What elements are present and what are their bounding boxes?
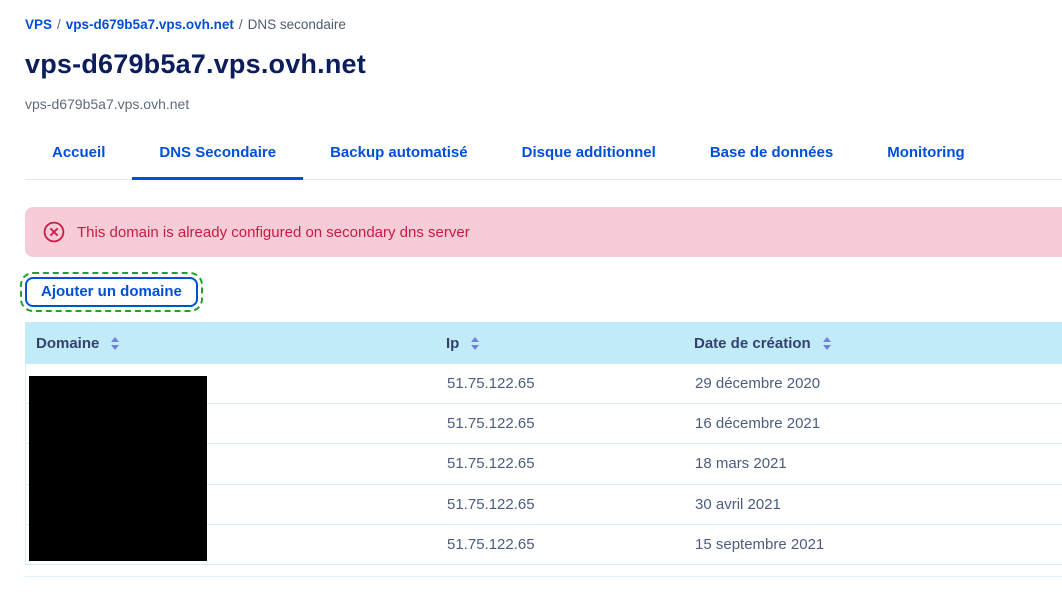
table-footer-divider	[25, 575, 1062, 577]
page-title: vps-d679b5a7.vps.ovh.net	[25, 49, 366, 79]
cell-ip: 51.75.122.65	[447, 415, 535, 433]
column-header-ip[interactable]: Ip	[446, 335, 694, 352]
cell-date: 30 avril 2021	[695, 495, 781, 513]
cell-date: 15 septembre 2021	[695, 535, 825, 553]
breadcrumb: VPS / vps-d679b5a7.vps.ovh.net / DNS seconda…	[0, 0, 1062, 32]
vps-dns-secondary-page: VPS / vps-d679b5a7.vps.ovh.net / DNS seconda…	[0, 0, 1062, 597]
cell-ip: 51.75.122.65	[447, 375, 535, 393]
tab-dns-secondaire[interactable]: DNS Secondaire	[132, 144, 303, 180]
cell-date: 29 décembre 2020	[695, 375, 821, 393]
breadcrumb-current: DNS secondaire	[247, 17, 346, 32]
add-domain-button-highlight: Ajouter un domaine	[20, 272, 203, 312]
tab-base-de-donnees[interactable]: Base de données	[683, 144, 860, 179]
breadcrumb-separator: /	[57, 17, 61, 32]
column-header-label: Ip	[446, 334, 460, 352]
column-header-domaine[interactable]: Domaine	[25, 335, 446, 352]
domain-redaction-box	[29, 376, 207, 561]
cell-ip: 51.75.122.65	[447, 455, 535, 473]
secondary-dns-table: Domaine Ip Date de création 51.75.122.65…	[25, 322, 1062, 565]
cell-date: 18 mars 2021	[695, 455, 787, 473]
sort-icon[interactable]	[111, 336, 120, 350]
tab-backup-automatise[interactable]: Backup automatisé	[303, 144, 495, 179]
tab-bar: Accueil DNS Secondaire Backup automatisé…	[25, 144, 1062, 180]
sort-icon[interactable]	[822, 336, 831, 350]
error-banner-message: This domain is already configured on sec…	[77, 223, 470, 241]
tab-disque-additionnel[interactable]: Disque additionnel	[495, 144, 683, 179]
page-subtitle: vps-d679b5a7.vps.ovh.net	[25, 96, 190, 112]
tab-accueil[interactable]: Accueil	[25, 144, 132, 179]
column-header-label: Domaine	[36, 334, 100, 352]
table-header-row: Domaine Ip Date de création	[25, 322, 1062, 364]
cell-date: 16 décembre 2021	[695, 415, 821, 433]
column-header-date-creation[interactable]: Date de création	[694, 335, 1062, 352]
error-circle-x-icon	[43, 221, 65, 243]
cell-ip: 51.75.122.65	[447, 495, 535, 513]
breadcrumb-link-vps[interactable]: VPS	[25, 17, 52, 32]
error-banner: This domain is already configured on sec…	[25, 207, 1062, 257]
breadcrumb-link-server[interactable]: vps-d679b5a7.vps.ovh.net	[66, 17, 234, 32]
cell-ip: 51.75.122.65	[447, 535, 535, 553]
sort-icon[interactable]	[471, 336, 480, 350]
breadcrumb-separator: /	[238, 17, 243, 32]
add-domain-button[interactable]: Ajouter un domaine	[20, 272, 203, 312]
column-header-label: Date de création	[694, 334, 811, 352]
tab-monitoring[interactable]: Monitoring	[860, 144, 991, 179]
